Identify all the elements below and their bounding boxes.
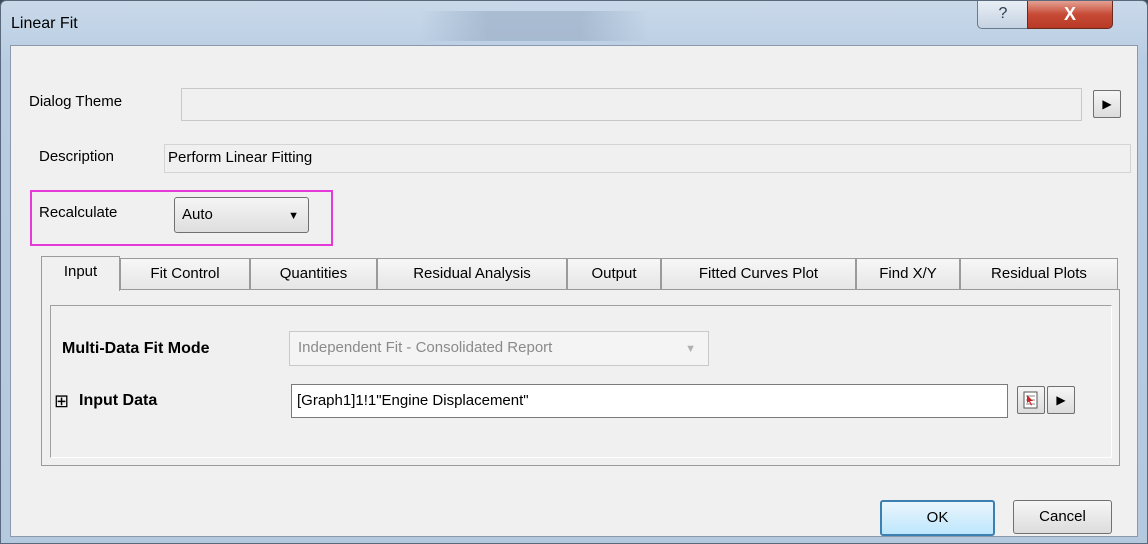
expand-icon[interactable]: ⊞ (54, 391, 69, 412)
description-label: Description (39, 148, 115, 165)
recalculate-dropdown[interactable]: Auto ▼ (174, 197, 309, 233)
select-data-icon[interactable] (1017, 386, 1045, 414)
input-data-value: [Graph1]1!1"Engine Displacement" (297, 392, 529, 409)
tab-fit-control[interactable]: Fit Control (120, 258, 250, 289)
tab-input[interactable]: Input (41, 256, 120, 291)
chevron-down-icon: ▼ (685, 343, 696, 355)
recalculate-label: Recalculate (39, 204, 118, 221)
input-data-field[interactable]: [Graph1]1!1"Engine Displacement" (291, 384, 1008, 418)
tab-output[interactable]: Output (567, 258, 661, 289)
input-tab-panel (41, 289, 1120, 466)
title-bar[interactable]: Linear Fit ? X (1, 1, 1147, 45)
tab-quantities[interactable]: Quantities (250, 258, 377, 289)
help-button[interactable]: ? (977, 1, 1029, 29)
dialog-theme-label: Dialog Theme (29, 93, 123, 110)
ok-button[interactable]: OK (880, 500, 995, 536)
input-group-box (50, 305, 1112, 458)
multi-data-fit-mode-label: Multi-Data Fit Mode (62, 340, 210, 357)
tab-residual-analysis[interactable]: Residual Analysis (377, 258, 567, 289)
input-data-label: Input Data (79, 392, 158, 409)
recalculate-value: Auto (182, 206, 213, 223)
tab-find-xy[interactable]: Find X/Y (856, 258, 960, 289)
tab-fitted-curves-plot[interactable]: Fitted Curves Plot (661, 258, 856, 289)
chevron-down-icon: ▼ (288, 210, 299, 222)
tab-residual-plots[interactable]: Residual Plots (960, 258, 1118, 289)
multi-data-fit-mode-value: Independent Fit - Consolidated Report (298, 339, 553, 356)
dialog-theme-menu-button[interactable]: ▶ (1093, 90, 1121, 118)
description-field: Perform Linear Fitting (164, 144, 1131, 173)
dialog-theme-field[interactable] (181, 88, 1082, 121)
multi-data-fit-mode-dropdown: Independent Fit - Consolidated Report ▼ (289, 331, 709, 366)
title-background-blur (419, 11, 649, 41)
window-title: Linear Fit (11, 15, 78, 32)
close-button[interactable]: X (1027, 1, 1113, 29)
description-value: Perform Linear Fitting (168, 149, 313, 166)
dialog-window: Linear Fit ? X Dialog Theme ▶ Descriptio… (0, 0, 1148, 544)
input-data-menu-button[interactable]: ▶ (1047, 386, 1075, 414)
dialog-body: Dialog Theme ▶ Description Perform Linea… (10, 45, 1138, 537)
cancel-button[interactable]: Cancel (1013, 500, 1112, 534)
